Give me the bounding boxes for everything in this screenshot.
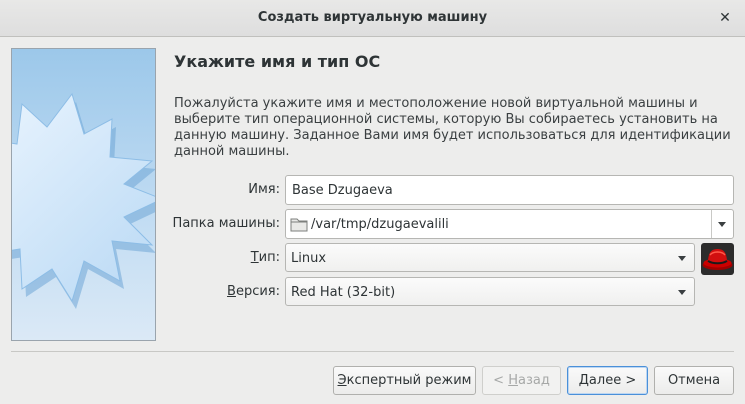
close-icon[interactable]: ✕ bbox=[715, 8, 735, 28]
next-button[interactable]: Далее > bbox=[567, 366, 648, 395]
chevron-down-icon[interactable] bbox=[678, 290, 686, 295]
button-divider bbox=[11, 351, 734, 352]
redhat-icon bbox=[701, 243, 734, 275]
folder-combo[interactable]: /var/tmp/dzugaevalili bbox=[285, 209, 734, 239]
cancel-button[interactable]: Отмена bbox=[654, 366, 734, 395]
version-select-value: Red Hat (32-bit) bbox=[291, 285, 396, 300]
title-bar: Создать виртуальную машину ✕ bbox=[0, 0, 745, 37]
type-select-value: Linux bbox=[291, 251, 327, 266]
name-label: Имя: bbox=[248, 182, 280, 197]
folder-icon bbox=[290, 218, 308, 232]
type-label: Тип: bbox=[250, 250, 280, 265]
version-label: Версия: bbox=[227, 284, 280, 299]
type-select[interactable]: Linux bbox=[285, 243, 695, 272]
chevron-down-icon[interactable] bbox=[718, 222, 726, 227]
window-title: Создать виртуальную машину bbox=[257, 10, 488, 25]
version-select[interactable]: Red Hat (32-bit) bbox=[285, 277, 695, 306]
expert-mode-button[interactable]: Экспертный режим bbox=[333, 366, 476, 395]
back-button[interactable]: < Назад bbox=[482, 366, 561, 395]
folder-combo-value: /var/tmp/dzugaevalili bbox=[311, 217, 449, 232]
folder-combo-separator bbox=[711, 210, 712, 238]
page-title: Укажите имя и тип ОС bbox=[174, 52, 381, 71]
name-field-value: Base Dzugaeva bbox=[292, 183, 393, 198]
wizard-side-image bbox=[11, 48, 156, 341]
name-field[interactable]: Base Dzugaeva bbox=[285, 175, 734, 205]
chevron-down-icon[interactable] bbox=[678, 256, 686, 261]
page-description: Пожалуйста укажите имя и местоположение … bbox=[174, 96, 731, 159]
starburst-graphic bbox=[12, 92, 155, 309]
folder-label: Папка машины: bbox=[172, 216, 280, 231]
